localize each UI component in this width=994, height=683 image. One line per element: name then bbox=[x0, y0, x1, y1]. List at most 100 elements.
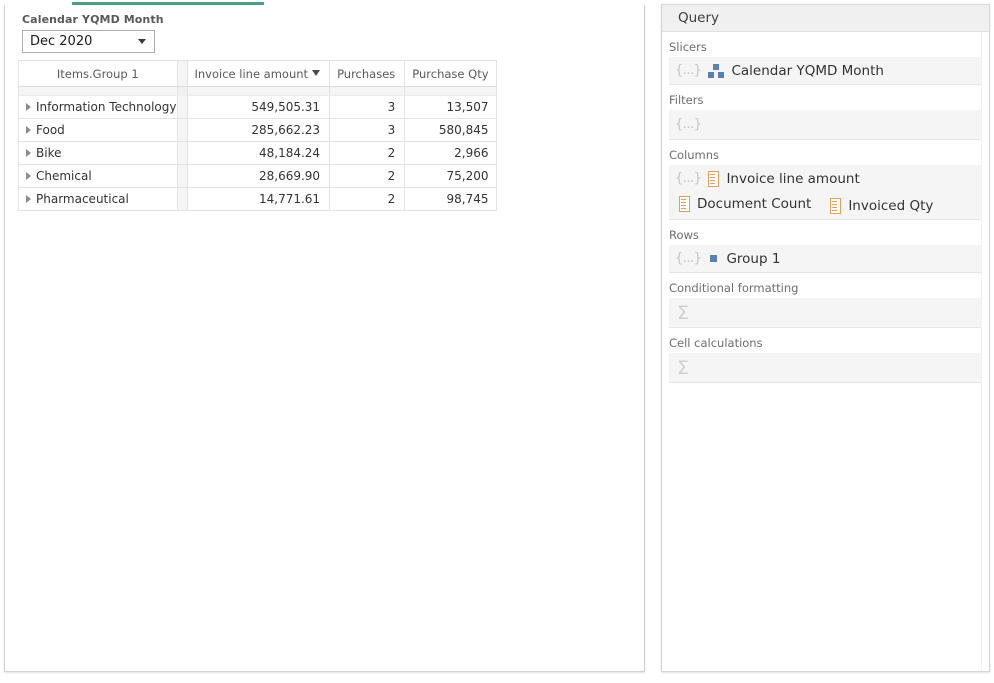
query-chip-group-1[interactable]: Group 1 bbox=[708, 247, 786, 270]
query-chip-invoice-line-amount[interactable]: Invoice line amount bbox=[708, 167, 865, 190]
query-chip-label: Group 1 bbox=[726, 250, 781, 267]
query-panel-title: Query bbox=[678, 10, 720, 26]
calendar-month-dropdown[interactable]: Dec 2020 bbox=[22, 30, 155, 53]
pivot-table: Items.Group 1 Invoice line amount Purcha… bbox=[18, 60, 497, 211]
sigma-icon: Σ bbox=[677, 356, 690, 379]
row-gutter-cell bbox=[176, 118, 188, 142]
table-row[interactable]: Chemical 28,669.90 2 75,200 bbox=[18, 164, 497, 188]
slicer-block: Calendar YQMD Month Dec 2020 bbox=[22, 13, 164, 53]
table-row[interactable]: Pharmaceutical 14,771.61 2 98,745 bbox=[18, 187, 497, 211]
query-chip-label: Invoiced Qty bbox=[848, 197, 934, 214]
row-purchases-cell: 2 bbox=[329, 187, 406, 211]
query-section-conditional-formatting: Conditional formatting Σ bbox=[662, 273, 989, 328]
table-row[interactable]: Information Technology 549,505.31 3 13,5… bbox=[18, 95, 497, 119]
query-panel: Query Slicers {...} Calendar YQMD Month bbox=[661, 4, 990, 672]
row-group-label: Food bbox=[36, 123, 65, 137]
row-group-cell[interactable]: Food bbox=[18, 118, 178, 142]
row-group-label: Pharmaceutical bbox=[36, 192, 129, 206]
expand-row-icon[interactable] bbox=[26, 194, 31, 203]
row-purchases-cell: 3 bbox=[329, 95, 406, 119]
row-purchases-cell: 2 bbox=[329, 164, 406, 188]
row-amount-cell: 28,669.90 bbox=[186, 164, 331, 188]
expand-row-icon[interactable] bbox=[26, 171, 31, 180]
chevron-down-icon bbox=[138, 39, 146, 44]
query-panel-scrollbar[interactable] bbox=[981, 32, 989, 671]
query-section-slicers-label: Slicers bbox=[669, 40, 707, 54]
row-group-label: Chemical bbox=[36, 169, 92, 183]
slicer-label: Calendar YQMD Month bbox=[22, 13, 164, 26]
cell-calculations-dropzone[interactable]: Σ bbox=[669, 353, 983, 383]
report-panel: Calendar YQMD Month Dec 2020 Items.Group… bbox=[4, 5, 645, 672]
placeholder-braces-icon: {...} bbox=[675, 117, 702, 132]
query-panel-header: Query bbox=[662, 5, 989, 32]
measure-icon bbox=[830, 197, 842, 214]
pivot-table-header: Items.Group 1 Invoice line amount Purcha… bbox=[18, 60, 497, 87]
spacer-cell-qty bbox=[404, 86, 497, 96]
query-chip-document-count[interactable]: Document Count bbox=[679, 192, 817, 215]
hierarchy-icon bbox=[708, 63, 725, 78]
filters-dropzone[interactable]: {...} bbox=[669, 110, 983, 140]
row-qty-cell: 580,845 bbox=[404, 118, 497, 142]
query-section-columns-label: Columns bbox=[669, 148, 720, 162]
column-header-amount-label: Invoice line amount bbox=[194, 66, 309, 81]
row-qty-cell: 13,507 bbox=[404, 95, 497, 119]
expand-row-icon[interactable] bbox=[26, 148, 31, 157]
dimension-icon bbox=[710, 255, 718, 262]
query-chip-invoiced-qty[interactable]: Invoiced Qty bbox=[830, 194, 939, 217]
column-header-purchases[interactable]: Purchases bbox=[329, 60, 406, 87]
table-row[interactable]: Bike 48,184.24 2 2,966 bbox=[18, 141, 497, 165]
query-chip-calendar-yqmd-month[interactable]: Calendar YQMD Month bbox=[708, 59, 890, 82]
row-group-label: Bike bbox=[36, 146, 62, 160]
measure-icon bbox=[708, 170, 720, 187]
placeholder-braces-icon: {...} bbox=[675, 251, 702, 266]
row-qty-cell: 98,745 bbox=[404, 187, 497, 211]
spacer-cell-purchases bbox=[329, 86, 406, 96]
row-group-cell[interactable]: Chemical bbox=[18, 164, 178, 188]
column-header-group-label: Items.Group 1 bbox=[56, 66, 139, 81]
conditional-formatting-dropzone[interactable]: Σ bbox=[669, 298, 983, 328]
table-row[interactable]: Food 285,662.23 3 580,845 bbox=[18, 118, 497, 142]
column-header-amount[interactable]: Invoice line amount bbox=[186, 60, 331, 87]
columns-dropzone[interactable]: {...} Invoice line amount Document Count… bbox=[669, 165, 983, 220]
row-amount-cell: 285,662.23 bbox=[186, 118, 331, 142]
sort-descending-icon bbox=[312, 70, 321, 76]
column-header-qty[interactable]: Purchase Qty bbox=[404, 60, 497, 87]
query-section-rows-label: Rows bbox=[669, 228, 699, 242]
query-panel-body: Slicers {...} Calendar YQMD Month Filter… bbox=[662, 32, 989, 383]
slicers-dropzone[interactable]: {...} Calendar YQMD Month bbox=[669, 57, 983, 85]
expand-row-icon[interactable] bbox=[26, 125, 31, 134]
row-qty-cell: 2,966 bbox=[404, 141, 497, 165]
row-group-cell[interactable]: Bike bbox=[18, 141, 178, 165]
query-section-conditional-formatting-label: Conditional formatting bbox=[669, 281, 799, 295]
row-amount-cell: 48,184.24 bbox=[186, 141, 331, 165]
spacer-cell-group bbox=[18, 86, 178, 96]
row-gutter-cell bbox=[176, 95, 188, 119]
row-group-label: Information Technology bbox=[36, 100, 177, 114]
query-chip-label: Invoice line amount bbox=[726, 170, 860, 187]
pivot-table-body: Information Technology 549,505.31 3 13,5… bbox=[18, 86, 497, 211]
query-section-cell-calculations: Cell calculations Σ bbox=[662, 328, 989, 383]
query-section-columns: Columns {...} Invoice line amount Docume… bbox=[662, 140, 989, 220]
row-amount-cell: 14,771.61 bbox=[186, 187, 331, 211]
row-amount-cell: 549,505.31 bbox=[186, 95, 331, 119]
rows-dropzone[interactable]: {...} Group 1 bbox=[669, 245, 983, 273]
query-section-filters: Filters {...} bbox=[662, 85, 989, 140]
spacer-cell-gutter bbox=[176, 86, 188, 96]
query-section-rows: Rows {...} Group 1 bbox=[662, 220, 989, 273]
query-section-cell-calculations-label: Cell calculations bbox=[669, 336, 763, 350]
query-chip-label: Calendar YQMD Month bbox=[731, 62, 884, 79]
sigma-icon: Σ bbox=[677, 301, 690, 324]
row-purchases-cell: 2 bbox=[329, 141, 406, 165]
placeholder-braces-icon: {...} bbox=[675, 63, 702, 78]
query-section-filters-label: Filters bbox=[669, 93, 704, 107]
row-group-cell[interactable]: Information Technology bbox=[18, 95, 178, 119]
row-gutter-cell bbox=[176, 141, 188, 165]
spacer-cell-amount bbox=[186, 86, 331, 96]
row-group-cell[interactable]: Pharmaceutical bbox=[18, 187, 178, 211]
expand-row-icon[interactable] bbox=[26, 102, 31, 111]
column-header-group[interactable]: Items.Group 1 bbox=[18, 60, 178, 87]
app-root: Calendar YQMD Month Dec 2020 Items.Group… bbox=[0, 0, 994, 683]
row-qty-cell: 75,200 bbox=[404, 164, 497, 188]
query-section-slicers: Slicers {...} Calendar YQMD Month bbox=[662, 32, 989, 85]
query-chip-label: Document Count bbox=[697, 195, 812, 212]
